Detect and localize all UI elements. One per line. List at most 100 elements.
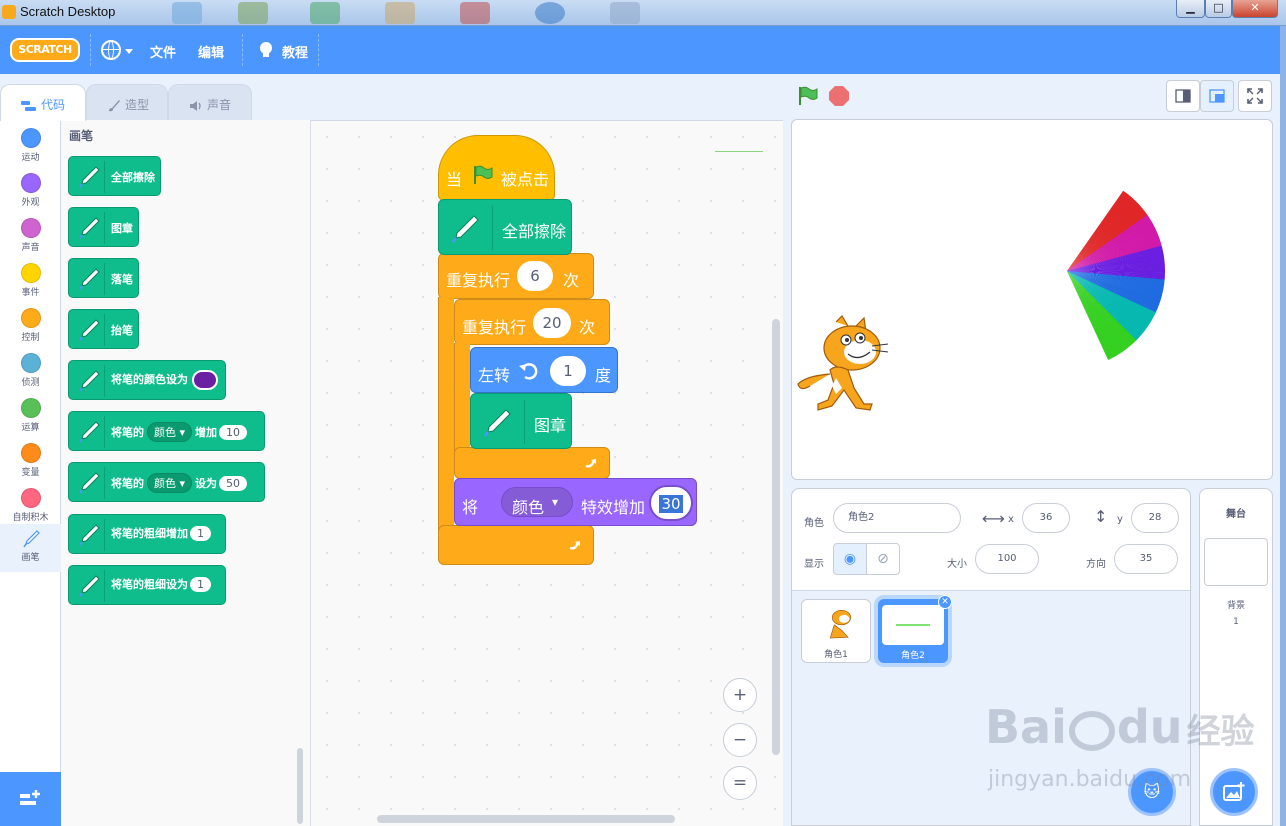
category-label: 控制 [21,333,40,343]
direction-input[interactable]: 35 [1114,544,1178,574]
zoom-in-button[interactable]: + [723,678,757,712]
param-dropdown[interactable]: 颜色 ▾ [147,473,193,493]
block-divider [104,212,105,244]
zoom-out-button[interactable]: − [723,723,757,757]
category-pen[interactable]: 画笔 [0,524,61,572]
y-input[interactable]: 28 [1131,503,1179,533]
watermark-brand-text-2: du [1116,700,1183,754]
add-extension-button[interactable] [0,772,61,826]
close-button[interactable]: ✕ [1232,0,1278,18]
scratch-logo[interactable]: SCRATCH [10,38,80,62]
size-input[interactable]: 100 [975,544,1039,574]
category-variables[interactable]: 变量 [0,439,61,484]
param-dropdown[interactable]: 颜色 ▾ [147,422,193,442]
pen-icon [452,215,479,243]
code-workspace[interactable]: 重复执行 6 次 重复执行 20 次 当 被点击 全部擦除 左转 1 度 图章 [311,120,783,826]
category-operators[interactable]: 运算 [0,394,61,439]
watermark-brand-text: Bai [985,700,1067,754]
effect-dropdown-value: 颜色 [512,498,545,517]
small-stage-icon [1175,89,1191,103]
taskbar-thumbnail-icon [310,2,340,24]
number-input[interactable]: 50 [219,476,248,491]
effect-dropdown[interactable]: 颜色 ▾ [501,487,573,517]
turn-label: 左转 [478,366,511,385]
window-titlebar: Scratch Desktop ▁ □ ✕ [0,0,1286,26]
category-looks[interactable]: 外观 [0,169,61,214]
workspace-horizontal-scrollbar[interactable] [377,815,675,823]
palette-block-pen-down[interactable]: 落笔 [68,258,139,298]
category-label: 变量 [21,468,40,478]
clear-block[interactable]: 全部擦除 [438,199,572,255]
turn-value[interactable]: 1 [550,356,586,386]
taskbar-thumbnail-icon [610,2,640,24]
delete-sprite-icon[interactable]: ✕ [938,595,952,609]
stamp-block[interactable]: 图章 [470,393,572,449]
small-stage-button[interactable] [1166,80,1200,112]
sprite-tile-selected[interactable]: 角色2 ✕ [878,595,952,663]
category-my-blocks[interactable]: 自制积木 [0,484,61,529]
category-control[interactable]: 控制 [0,304,61,349]
language-globe-icon[interactable] [101,40,121,60]
color-swatch[interactable] [192,370,218,390]
tutorials-menu[interactable]: 教程 [282,42,308,61]
workspace-vertical-scrollbar[interactable] [772,319,780,755]
palette-scrollbar[interactable] [297,748,303,824]
green-flag-button[interactable] [797,86,819,106]
x-input[interactable]: 36 [1022,503,1070,533]
number-input[interactable]: 10 [219,425,248,440]
sprite-tile-cat[interactable]: 角色1 [801,599,871,663]
block-text: 图章 [111,222,133,235]
choose-backdrop-button[interactable] [1210,768,1258,816]
palette-block-pen-up[interactable]: 抬笔 [68,309,139,349]
palette-block-change-pen-size[interactable]: 将笔的粗细增加 1 [68,514,226,554]
tab-code[interactable]: 代码 [0,84,86,121]
zoom-reset-button[interactable]: = [723,766,757,800]
repeat-inner-block[interactable]: 重复执行 20 次 [454,299,610,345]
block-content: 将笔的颜色设为 [111,370,218,390]
tab-costumes[interactable]: 造型 [86,84,168,120]
change-effect-block[interactable]: 将 颜色 ▾ 特效增加 30 [454,478,697,526]
minimize-button[interactable]: ▁ [1176,0,1205,18]
category-motion[interactable]: 运动 [0,124,61,169]
sprite-name-label: 角色 [804,518,824,529]
block-divider [104,161,105,193]
category-events[interactable]: 事件 [0,259,61,304]
palette-block-set-pen-color[interactable]: 将笔的颜色设为 [68,360,226,400]
category-label: 运算 [21,423,40,433]
tab-sounds[interactable]: 声音 [168,84,252,120]
repeat-outer-count[interactable]: 6 [517,261,553,291]
stage-canvas[interactable] [791,119,1273,480]
palette-block-set-pen-size[interactable]: 将笔的粗细设为 1 [68,565,226,605]
eye-off-icon: ⊘ [877,551,889,567]
category-sensing[interactable]: 侦测 [0,349,61,394]
maximize-button[interactable]: □ [1205,0,1232,18]
tutorials-bulb-icon[interactable] [260,42,272,57]
pen-icon [79,472,100,494]
show-visible-button[interactable]: ◉ [833,543,867,575]
edit-menu[interactable]: 编辑 [198,42,224,61]
block-content: 将笔的 颜色 ▾ 设为 50 [111,473,248,493]
large-stage-button[interactable] [1200,80,1234,112]
repeat-outer-block[interactable]: 重复执行 6 次 [438,253,594,299]
palette-block-clear[interactable]: 全部擦除 [68,156,161,196]
category-sound[interactable]: 声音 [0,214,61,259]
hide-button[interactable]: ⊘ [866,543,900,575]
sprite-name-input[interactable]: 角色2 [833,503,961,533]
palette-block-stamp[interactable]: 图章 [68,207,139,247]
repeat-outer-foot [438,525,594,565]
effect-value-input[interactable]: 30 [651,487,691,519]
palette-block-change-pen-param[interactable]: 将笔的 颜色 ▾ 增加 10 [68,411,265,451]
palette-block-set-pen-param[interactable]: 将笔的 颜色 ▾ 设为 50 [68,462,265,502]
repeat-outer-arm [438,297,454,537]
block-content: 将笔的 颜色 ▾ 增加 10 [111,422,248,442]
number-input[interactable]: 1 [190,577,211,592]
backdrop-thumbnail[interactable] [1204,538,1268,586]
number-input[interactable]: 1 [190,526,211,541]
turn-left-block[interactable]: 左转 1 度 [470,347,618,393]
repeat-inner-count[interactable]: 20 [533,308,571,338]
file-menu[interactable]: 文件 [150,42,176,61]
when-flag-clicked-hat[interactable]: 当 被点击 [438,135,555,201]
looks-dot-icon [20,173,41,193]
stop-button[interactable] [829,86,849,106]
fullscreen-button[interactable] [1238,80,1272,112]
